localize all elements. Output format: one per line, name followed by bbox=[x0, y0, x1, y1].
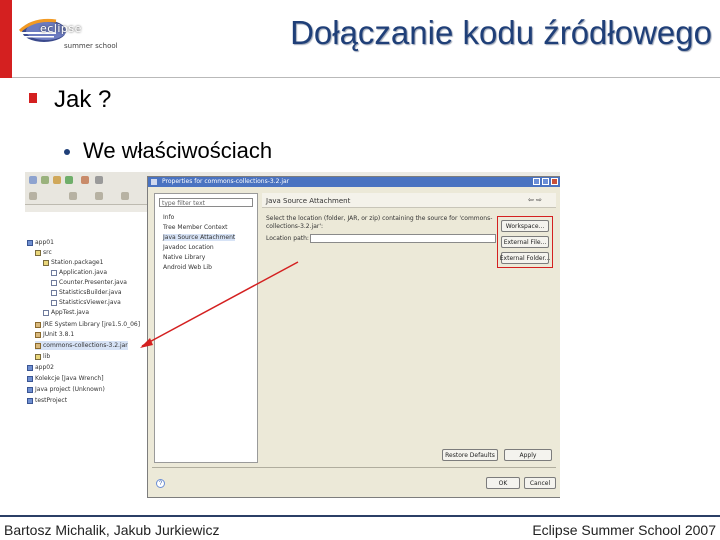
cancel-button[interactable]: Cancel bbox=[524, 477, 556, 489]
folder-icon bbox=[35, 353, 41, 360]
slide-accent-bar bbox=[0, 0, 12, 78]
tree-item[interactable]: JRE System Library [jre1.5.0_06] bbox=[35, 320, 140, 329]
java-file-icon bbox=[51, 289, 57, 296]
view-menu-icon[interactable] bbox=[121, 192, 129, 200]
tree-item[interactable]: app01 bbox=[27, 238, 54, 247]
help-icon[interactable]: ? bbox=[156, 479, 165, 488]
page-heading-bar: Java Source Attachment ⇦ ⇨ bbox=[262, 193, 556, 208]
dialog-separator bbox=[152, 467, 556, 468]
dialog-titlebar[interactable]: Properties for commons-collections-3.2.j… bbox=[148, 177, 560, 187]
view-tab-icon[interactable] bbox=[29, 192, 37, 200]
open-type-icon[interactable] bbox=[81, 176, 89, 184]
package-explorer-tree: app01 src Station.package1 Application.j… bbox=[25, 212, 150, 498]
tree-item[interactable]: Counter.Presenter.java bbox=[51, 278, 127, 287]
eclipse-screenshot: app01 src Station.package1 Application.j… bbox=[25, 172, 560, 498]
new-icon[interactable] bbox=[29, 176, 37, 184]
title-divider bbox=[12, 77, 720, 78]
tree-item[interactable]: JUnit 3.8.1 bbox=[35, 330, 74, 339]
search-icon[interactable] bbox=[95, 176, 103, 184]
java-file-icon bbox=[51, 299, 57, 306]
logo-subtitle: summer school bbox=[64, 42, 118, 50]
round-bullet-icon bbox=[64, 149, 70, 155]
java-file-icon bbox=[43, 309, 49, 316]
properties-nav-tree: type filter text Info Tree Member Contex… bbox=[154, 193, 258, 463]
jar-icon bbox=[35, 342, 41, 349]
back-forward-icon[interactable]: ⇦ ⇨ bbox=[528, 196, 542, 204]
project-icon bbox=[27, 397, 33, 404]
footer-divider bbox=[0, 515, 720, 517]
tree-item[interactable]: testProject bbox=[27, 396, 67, 405]
tree-item[interactable]: StatisticsViewer.java bbox=[51, 298, 121, 307]
java-file-icon bbox=[51, 279, 57, 286]
close-icon[interactable] bbox=[551, 178, 558, 185]
page-heading: Java Source Attachment bbox=[266, 197, 351, 205]
tree-item[interactable]: src bbox=[35, 248, 52, 257]
tree-item[interactable]: Kolekcje [Java Wrench] bbox=[27, 374, 104, 383]
bullet-level-2: We właściwościach bbox=[83, 138, 273, 163]
tree-item[interactable]: StatisticsBuilder.java bbox=[51, 288, 122, 297]
eclipse-logo: eclipse summer school bbox=[14, 18, 124, 54]
nav-item-info[interactable]: Info bbox=[163, 214, 174, 221]
package-icon bbox=[43, 259, 49, 266]
maximize-icon[interactable] bbox=[542, 178, 549, 185]
tree-item[interactable]: app02 bbox=[27, 363, 54, 372]
workbench-toolbar bbox=[25, 172, 150, 205]
project-icon bbox=[27, 386, 33, 393]
nav-item-web-lib[interactable]: Android Web Lib bbox=[163, 264, 212, 271]
project-icon bbox=[27, 375, 33, 382]
tree-item[interactable]: lib bbox=[35, 352, 50, 361]
tree-item-selected-jar[interactable]: commons-collections-3.2.jar bbox=[35, 341, 128, 350]
tree-item[interactable]: Application.java bbox=[51, 268, 107, 277]
nav-item-java-source-attachment[interactable]: Java Source Attachment bbox=[163, 234, 236, 241]
project-icon bbox=[27, 239, 33, 246]
footer-event: Eclipse Summer School 2007 bbox=[532, 522, 716, 538]
save-icon[interactable] bbox=[41, 176, 49, 184]
minimize-icon[interactable] bbox=[533, 178, 540, 185]
library-icon bbox=[35, 331, 41, 338]
restore-defaults-button[interactable]: Restore Defaults bbox=[442, 449, 498, 461]
slide-title: Dołączanie kodu źródłowego bbox=[290, 14, 712, 51]
tree-item[interactable]: Station.package1 bbox=[43, 258, 103, 267]
library-icon bbox=[35, 321, 41, 328]
nav-item-javadoc-location[interactable]: Javadoc Location bbox=[163, 244, 214, 251]
footer-authors: Bartosz Michalik, Jakub Jurkiewicz bbox=[4, 522, 220, 538]
external-file-button[interactable]: External File... bbox=[501, 236, 549, 248]
tree-item[interactable]: Java project (Unknown) bbox=[27, 385, 105, 394]
bullet-level-1: Jak ? bbox=[54, 86, 112, 113]
ok-button[interactable]: OK bbox=[486, 477, 520, 489]
project-icon bbox=[27, 364, 33, 371]
nav-item-native-library[interactable]: Native Library bbox=[163, 254, 205, 261]
external-folder-button[interactable]: External Folder... bbox=[500, 252, 550, 264]
square-bullet-icon bbox=[29, 93, 37, 103]
filter-input[interactable]: type filter text bbox=[159, 198, 253, 207]
window-icon bbox=[151, 179, 157, 185]
location-path-input[interactable] bbox=[310, 234, 496, 243]
link-editor-icon[interactable] bbox=[95, 192, 103, 200]
properties-dialog: Properties for commons-collections-3.2.j… bbox=[147, 176, 560, 498]
folder-icon bbox=[35, 249, 41, 256]
dialog-title: Properties for commons-collections-3.2.j… bbox=[162, 178, 290, 185]
tree-item[interactable]: AppTest.java bbox=[43, 308, 89, 317]
debug-icon[interactable] bbox=[53, 176, 61, 184]
apply-button[interactable]: Apply bbox=[504, 449, 552, 461]
java-file-icon bbox=[51, 269, 57, 276]
nav-item-tree-member[interactable]: Tree Member Context bbox=[163, 224, 228, 231]
page-description: Select the location (folder, JAR, or zip… bbox=[266, 215, 493, 230]
workspace-button[interactable]: Workspace... bbox=[501, 220, 549, 232]
properties-page: Java Source Attachment ⇦ ⇨ Select the lo… bbox=[262, 193, 556, 463]
run-icon[interactable] bbox=[65, 176, 73, 184]
location-path-label: Location path: bbox=[266, 235, 309, 242]
logo-wordmark: eclipse bbox=[40, 22, 82, 35]
collapse-all-icon[interactable] bbox=[69, 192, 77, 200]
